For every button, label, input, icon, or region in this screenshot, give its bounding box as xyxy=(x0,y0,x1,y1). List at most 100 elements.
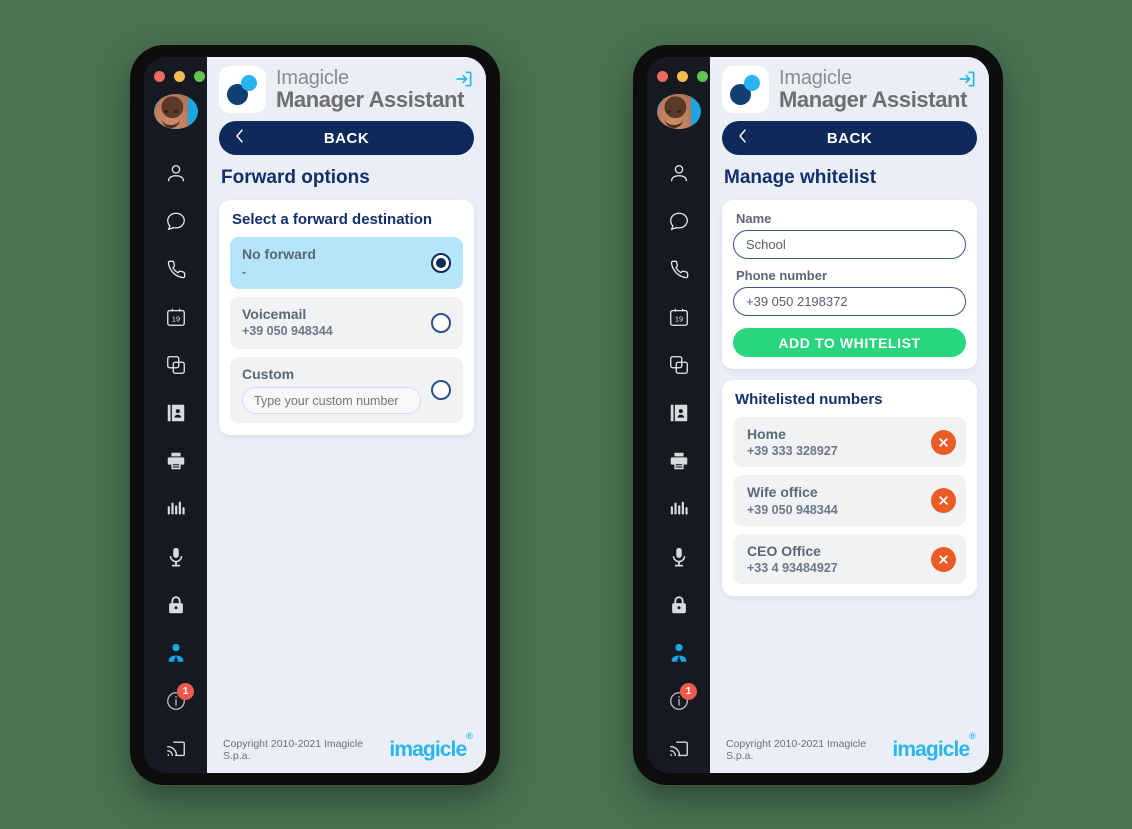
svg-text:19: 19 xyxy=(674,315,682,324)
avatar[interactable] xyxy=(656,94,701,129)
entry-name: Home xyxy=(747,426,786,442)
delete-entry-button[interactable] xyxy=(931,488,956,514)
phone-number-input[interactable] xyxy=(733,287,966,316)
entry-name: CEO Office xyxy=(747,542,821,559)
sidebar-item-directory[interactable] xyxy=(144,389,207,437)
footer-left: Copyright 2010-2021 Imagicle S.p.a. imag… xyxy=(207,727,486,773)
delete-entry-button[interactable] xyxy=(931,546,956,572)
avatar[interactable] xyxy=(153,94,198,129)
radio-no-forward[interactable] xyxy=(431,252,451,273)
sidebar-item-calls[interactable] xyxy=(647,245,710,293)
stage: 19 1 Imagicle Manager Assistant BACK For… xyxy=(0,0,1132,829)
sidebar-item-analytics[interactable] xyxy=(144,485,207,533)
phone-field-label: Phone number xyxy=(736,268,828,283)
app-header-right: Imagicle Manager Assistant xyxy=(710,57,989,121)
custom-number-input[interactable] xyxy=(242,387,421,414)
sidebar-item-fax[interactable] xyxy=(647,437,710,485)
chat-bubble-icon xyxy=(668,210,690,232)
close-button[interactable] xyxy=(657,71,668,82)
brand-line2: Manager Assistant xyxy=(779,86,967,112)
add-to-whitelist-button[interactable]: ADD TO WHITELIST xyxy=(733,328,966,357)
lock-icon xyxy=(165,594,187,616)
info-badge: 1 xyxy=(680,683,697,700)
sidebar-item-info[interactable]: 1 xyxy=(647,677,710,725)
back-button[interactable]: BACK xyxy=(722,121,977,155)
close-button[interactable] xyxy=(154,71,165,82)
whitelist-row: Home +39 333 328927 xyxy=(733,417,966,468)
forward-option-custom[interactable]: Custom xyxy=(230,356,463,423)
imagicle-watermark: imagicle® xyxy=(892,731,975,761)
svg-text:19: 19 xyxy=(171,315,179,324)
copy-icon xyxy=(165,354,187,376)
pane-manage-whitelist: BACK Manage whitelist Name Phone number … xyxy=(710,121,989,727)
back-button[interactable]: BACK xyxy=(219,121,474,155)
whitelist-row: Wife office +39 050 948344 xyxy=(733,475,966,526)
name-input[interactable] xyxy=(733,230,966,259)
entry-name: Wife office xyxy=(747,484,818,501)
sidebar-item-fax[interactable] xyxy=(144,437,207,485)
sidebar-item-cast[interactable] xyxy=(647,725,710,773)
sidebar-item-calls[interactable] xyxy=(144,245,207,293)
sidebar-item-contacts[interactable] xyxy=(144,149,207,197)
sidebar-item-calendar[interactable]: 19 xyxy=(144,293,207,341)
sidebar-item-duplicate[interactable] xyxy=(647,341,710,389)
sidebar-right: 19 1 xyxy=(647,57,710,773)
bar-chart-icon xyxy=(165,498,187,520)
entry-number: +39 050 948344 xyxy=(747,502,838,517)
imagicle-logo xyxy=(722,65,769,113)
sidebar-item-directory[interactable] xyxy=(647,389,710,437)
cast-icon xyxy=(668,738,690,760)
sidebar-item-info[interactable]: 1 xyxy=(144,677,207,725)
chevron-left-icon xyxy=(737,129,748,148)
sidebar-item-recording[interactable] xyxy=(144,533,207,581)
brand-line2: Manager Assistant xyxy=(276,86,464,112)
pane-forward-options: BACK Forward options Select a forward de… xyxy=(207,121,486,727)
add-whitelist-form-card: Name Phone number ADD TO WHITELIST xyxy=(722,200,977,369)
maximize-button[interactable] xyxy=(697,71,708,82)
brand-line1: Imagicle xyxy=(276,66,349,89)
sidebar-item-manager[interactable] xyxy=(144,629,207,677)
phone-icon xyxy=(668,258,690,280)
sidebar-item-analytics[interactable] xyxy=(647,485,710,533)
card-title: Select a forward destination xyxy=(232,211,433,228)
sidebar-item-duplicate[interactable] xyxy=(144,341,207,389)
phone-screen-right: 19 1 Imagicle Manager Assistant BACK Man… xyxy=(647,57,989,773)
sidebar-item-cast[interactable] xyxy=(144,725,207,773)
forward-option-no-forward[interactable]: No forward - xyxy=(230,237,463,289)
window-traffic-lights xyxy=(154,71,205,82)
whitelisted-numbers-card: Whitelisted numbers Home +39 333 328927 xyxy=(722,380,977,597)
phone-mockup-right: 19 1 Imagicle Manager Assistant BACK Man… xyxy=(633,45,1003,785)
person-icon xyxy=(165,162,187,184)
calendar-19-icon: 19 xyxy=(165,306,187,328)
option-label: Voicemail xyxy=(242,305,307,322)
back-button-label: BACK xyxy=(323,129,370,147)
delete-entry-button[interactable] xyxy=(931,429,956,455)
sidebar-item-manager[interactable] xyxy=(647,629,710,677)
imagicle-logo xyxy=(219,65,266,113)
option-label: Custom xyxy=(242,365,295,382)
sidebar-item-security[interactable] xyxy=(144,581,207,629)
calendar-19-icon: 19 xyxy=(668,306,690,328)
minimize-button[interactable] xyxy=(677,71,688,82)
page-title: Forward options xyxy=(221,167,370,188)
sidebar-item-security[interactable] xyxy=(647,581,710,629)
sidebar-item-contacts[interactable] xyxy=(647,149,710,197)
sidebar-item-chat[interactable] xyxy=(144,197,207,245)
sidebar-item-chat[interactable] xyxy=(647,197,710,245)
info-badge: 1 xyxy=(177,683,194,700)
radio-voicemail[interactable] xyxy=(431,312,451,333)
list-title: Whitelisted numbers xyxy=(735,391,883,408)
logout-icon[interactable] xyxy=(957,69,977,94)
copy-icon xyxy=(668,354,690,376)
content-left: Imagicle Manager Assistant BACK Forward … xyxy=(207,57,486,773)
minimize-button[interactable] xyxy=(174,71,185,82)
sidebar-item-calendar[interactable]: 19 xyxy=(647,293,710,341)
page-title: Manage whitelist xyxy=(724,167,877,188)
sidebar-item-recording[interactable] xyxy=(647,533,710,581)
maximize-button[interactable] xyxy=(194,71,205,82)
forward-option-voicemail[interactable]: Voicemail +39 050 948344 xyxy=(230,296,463,349)
radio-custom[interactable] xyxy=(431,379,451,400)
logout-icon[interactable] xyxy=(454,69,474,94)
entry-number: +39 333 328927 xyxy=(747,444,838,459)
microphone-icon xyxy=(165,546,187,568)
